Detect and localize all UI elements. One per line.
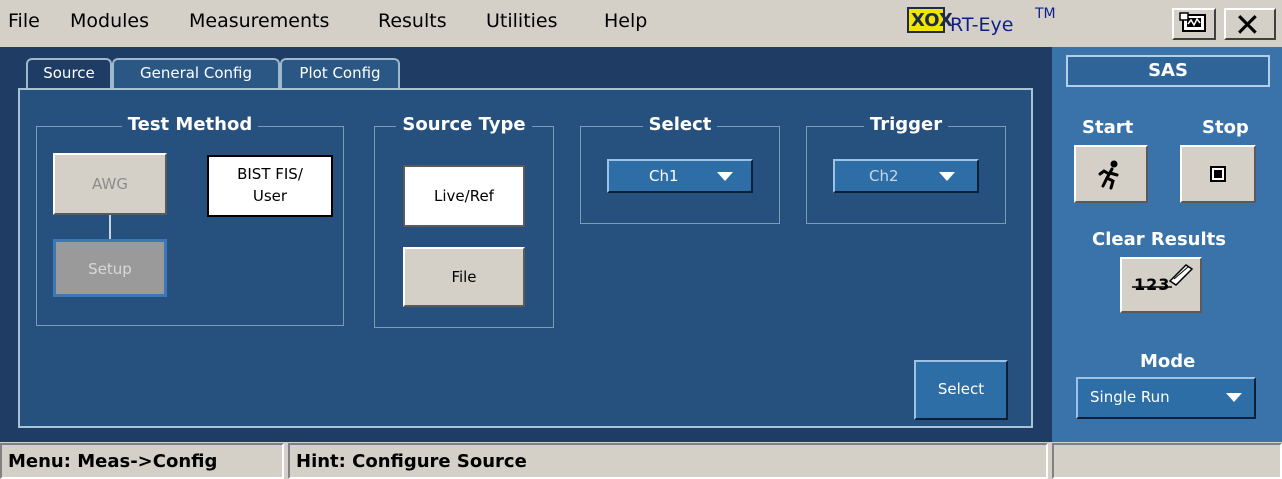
display-toggle-button[interactable] <box>1172 8 1216 40</box>
tab-general-config[interactable]: General Config <box>112 58 280 88</box>
status-menu: Menu: Meas->Config <box>0 443 284 479</box>
select-group: Select Ch1 <box>580 114 780 224</box>
status-empty <box>1052 443 1282 479</box>
trigger-group: Trigger Ch2 <box>806 114 1006 224</box>
menu-utilities[interactable]: Utilities <box>486 10 558 32</box>
start-label: Start <box>1082 117 1134 138</box>
test-method-group: Test Method AWG Setup BIST FIS/ User <box>36 114 344 326</box>
select-channel-dropdown[interactable]: Ch1 <box>607 159 753 193</box>
trigger-title: Trigger <box>863 114 949 135</box>
chevron-down-icon <box>1226 393 1242 402</box>
menu-bar: File Modules Measurements Results Utilit… <box>0 0 1282 47</box>
stop-button[interactable] <box>1180 145 1256 203</box>
running-man-icon <box>1098 160 1119 190</box>
select-title: Select <box>642 114 718 135</box>
brand-logo-text: XOX <box>911 10 953 31</box>
menu-help[interactable]: Help <box>604 10 647 32</box>
eraser-icon <box>1132 264 1194 288</box>
chevron-down-icon <box>939 172 955 181</box>
select-button[interactable]: Select <box>914 360 1008 420</box>
menu-file[interactable]: File <box>8 10 40 32</box>
control-panel: SAS Start Stop Clear Results 123 Mode Si… <box>1052 47 1282 442</box>
bist-fis-user-button[interactable]: BIST FIS/ User <box>207 155 333 217</box>
awg-button[interactable]: AWG <box>53 153 167 215</box>
chevron-down-icon <box>717 172 733 181</box>
trigger-channel-value: Ch2 <box>869 167 899 185</box>
standard-label: SAS <box>1148 60 1188 81</box>
trademark: TM <box>1035 6 1056 22</box>
status-hint: Hint: Configure Source <box>288 443 1048 479</box>
tab-plot-config[interactable]: Plot Config <box>280 58 400 88</box>
connector-line <box>109 215 111 239</box>
tab-source[interactable]: Source <box>26 58 112 88</box>
close-button[interactable]: ✕ <box>1224 6 1276 44</box>
source-type-title: Source Type <box>396 114 532 135</box>
bist-line-1: BIST FIS/ <box>237 165 303 183</box>
stop-square-icon <box>1210 166 1226 182</box>
menu-results[interactable]: Results <box>378 10 447 32</box>
setup-button[interactable]: Setup <box>53 239 167 297</box>
source-type-group: Source Type Live/Ref File <box>374 114 554 328</box>
close-icon: ✕ <box>1234 6 1261 44</box>
select-channel-value: Ch1 <box>649 167 679 185</box>
bist-line-2: User <box>252 187 288 205</box>
mode-label: Mode <box>1140 351 1196 372</box>
menu-modules[interactable]: Modules <box>70 10 149 32</box>
stop-label: Stop <box>1202 117 1249 138</box>
file-button[interactable]: File <box>403 247 525 307</box>
clear-results-label: Clear Results <box>1092 229 1226 250</box>
live-ref-button[interactable]: Live/Ref <box>403 165 525 227</box>
mode-value: Single Run <box>1090 388 1170 406</box>
clear-results-button[interactable]: 123 <box>1120 257 1202 313</box>
display-toggle-icon <box>1179 12 1206 32</box>
trigger-channel-dropdown[interactable]: Ch2 <box>833 159 979 193</box>
mode-dropdown[interactable]: Single Run <box>1076 377 1256 419</box>
standard-label-box: SAS <box>1066 55 1270 87</box>
start-button[interactable] <box>1074 145 1148 203</box>
config-panel: Test Method AWG Setup BIST FIS/ User Sou… <box>18 88 1033 428</box>
app-name: RT-Eye <box>950 14 1014 36</box>
menu-measurements[interactable]: Measurements <box>189 10 329 32</box>
test-method-title: Test Method <box>121 114 259 135</box>
brand-logo: XOX <box>907 7 953 33</box>
